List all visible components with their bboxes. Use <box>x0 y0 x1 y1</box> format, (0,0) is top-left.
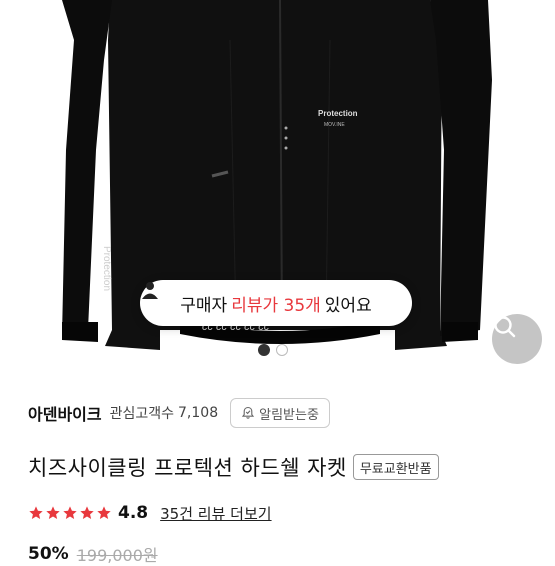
review-more-link[interactable]: 35건 리뷰 더보기 <box>160 503 271 524</box>
jacket-chest-logo: Protection <box>318 109 358 118</box>
free-exchange-badge: 무료교환반품 <box>352 454 439 480</box>
discount-rate: 50% <box>28 544 69 564</box>
interest-label: 관심고객수 <box>109 406 175 422</box>
bell-check-icon <box>242 406 255 419</box>
review-prompt-suffix: 있어요 <box>324 295 372 316</box>
jacket-sleeve-logo: Protection <box>101 246 112 291</box>
rating-value: 4.8 <box>118 503 149 523</box>
interest-count: 7,108 <box>178 405 219 421</box>
gallery-pagination <box>258 344 288 356</box>
product-title-row: 치즈사이클링 프로텍션 하드쉘 자켓 무료교환반품 <box>28 450 439 484</box>
rating-row: 4.8 35건 리뷰 더보기 <box>28 500 272 526</box>
star-icon <box>63 506 77 519</box>
gallery-dot-2[interactable] <box>276 344 288 356</box>
star-rating <box>28 505 112 521</box>
star-icon <box>80 506 94 519</box>
product-image-gallery[interactable]: Protection MOV.INE Protection cc cc cc c… <box>0 0 555 372</box>
star-icon <box>29 506 43 519</box>
brand-row: 아덴바이크 관심고객수 7,108 알림받는중 <box>28 398 330 428</box>
zoom-button[interactable] <box>492 314 542 364</box>
product-title: 치즈사이클링 프로텍션 하드쉘 자켓 <box>28 456 347 480</box>
search-icon <box>494 316 516 338</box>
gallery-dot-1[interactable] <box>258 344 270 356</box>
original-price: 199,000원 <box>76 546 158 565</box>
brand-name[interactable]: 아덴바이크 <box>28 401 102 425</box>
star-icon <box>46 506 60 519</box>
alarm-button[interactable]: 알림받는중 <box>230 398 330 428</box>
jacket-chest-subtext: MOV.INE <box>324 122 345 128</box>
review-prompt-highlight: 리뷰가 35개 <box>231 295 321 316</box>
price-row: 50% 199,000원 <box>28 544 158 565</box>
review-count-banner[interactable]: 구매자 리뷰가 35개 있어요 <box>140 280 412 326</box>
star-icon <box>97 506 111 519</box>
review-prompt-prefix: 구매자 <box>180 295 228 316</box>
alarm-label: 알림받는중 <box>259 407 319 423</box>
person-icon <box>142 282 158 299</box>
